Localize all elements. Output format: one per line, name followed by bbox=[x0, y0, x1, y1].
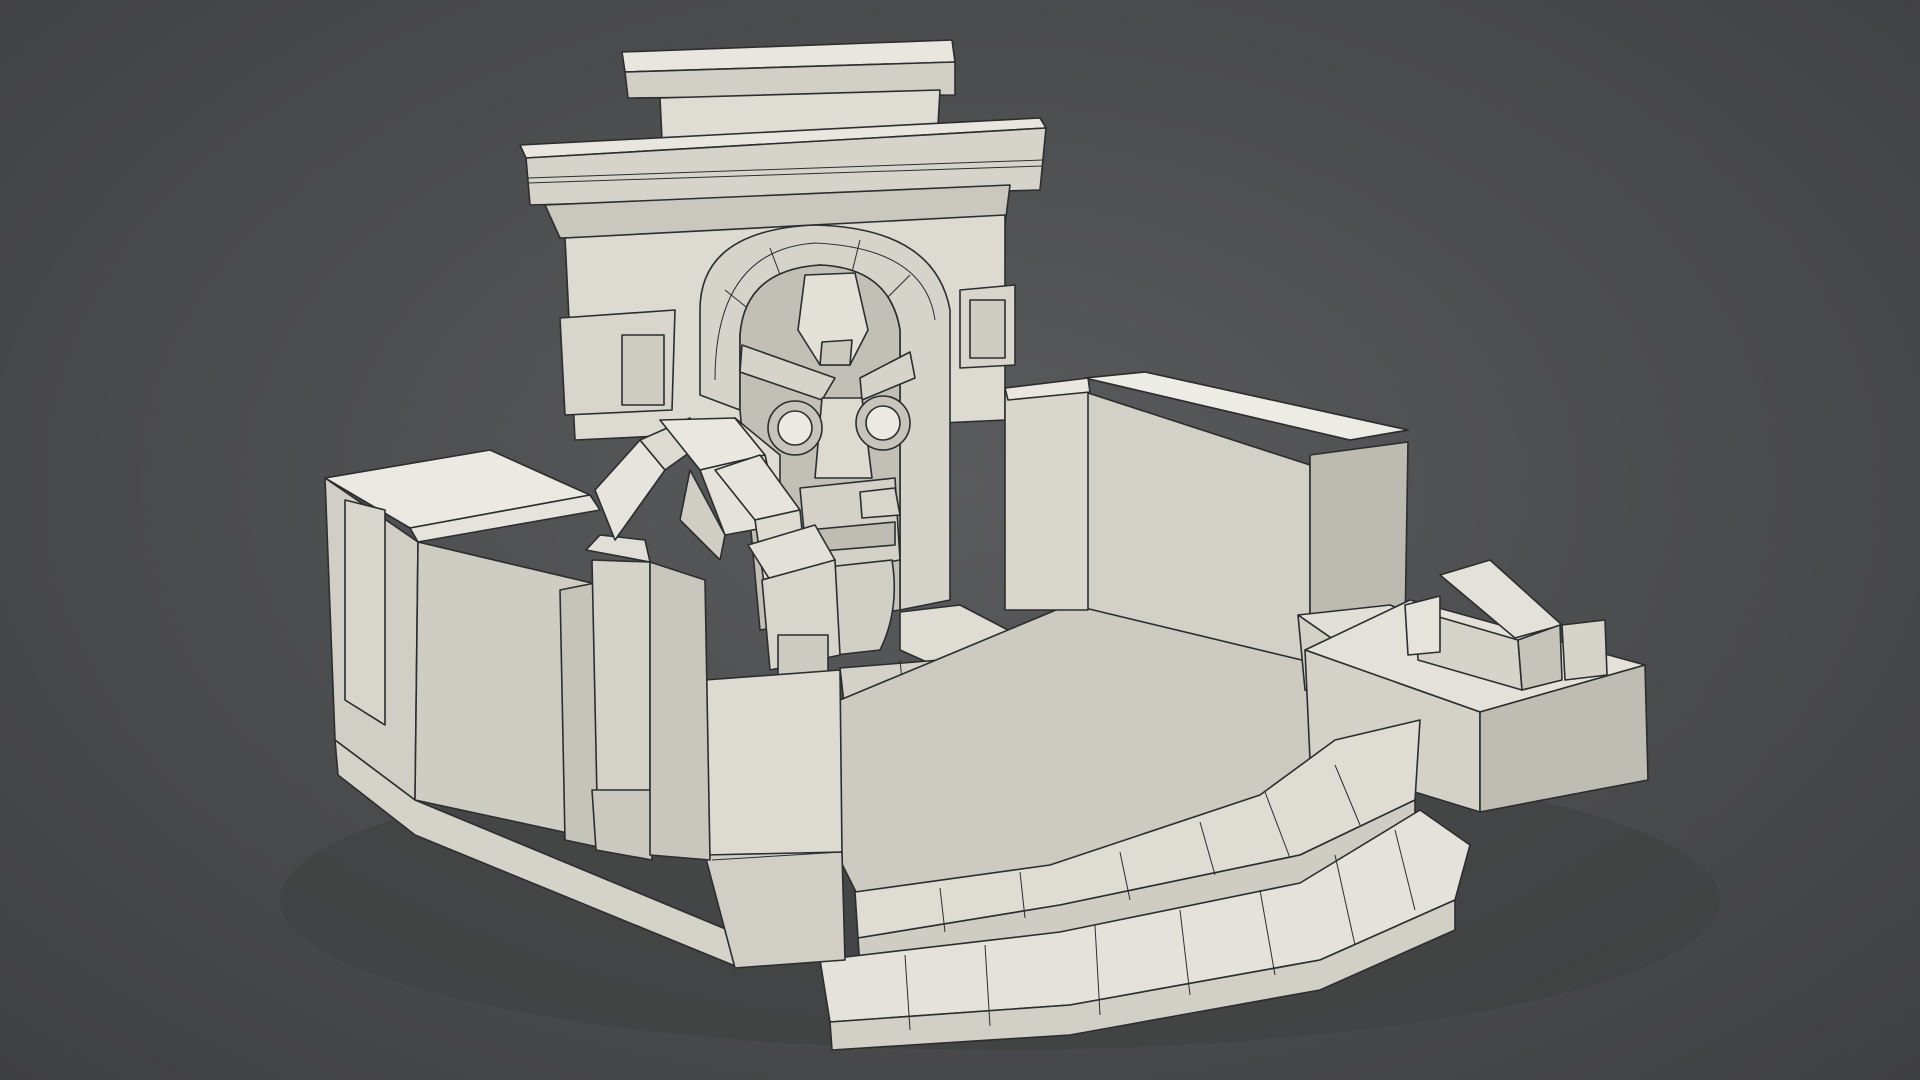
fountain-shrine-model bbox=[280, 39, 1720, 1051]
render-viewport bbox=[0, 0, 1920, 1080]
